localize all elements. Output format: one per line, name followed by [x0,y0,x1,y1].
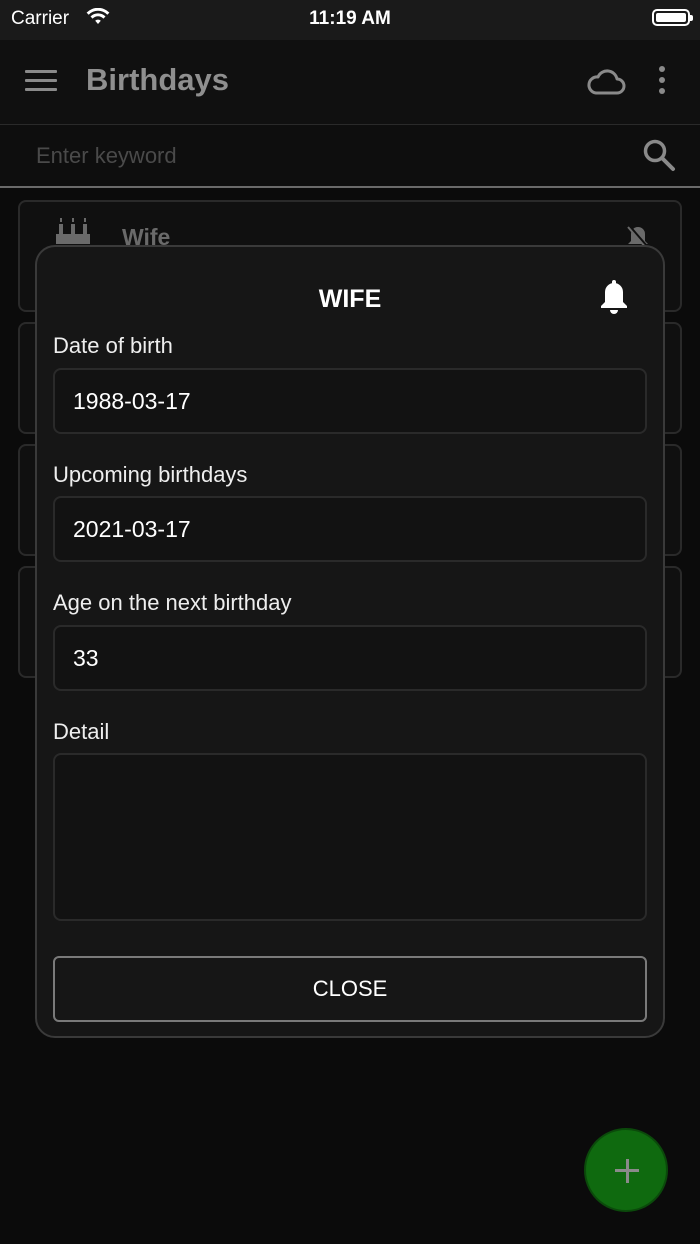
battery-icon [652,9,693,26]
cloud-icon[interactable] [585,66,627,103]
status-bar: Carrier 11:19 AM [0,0,700,40]
birthday-detail-dialog: WIFE Date of birth 1988-03-17 Upcoming b… [35,245,665,1038]
search-icon[interactable] [642,138,676,177]
next-age-label: Age on the next birthday [53,590,292,615]
search-input[interactable] [34,139,618,173]
upcoming-birthday-label: Upcoming birthdays [53,462,248,487]
add-birthday-button[interactable] [584,1128,668,1212]
dialog-title: WIFE [318,285,382,313]
upcoming-birthday-field: 2021-03-17 [53,496,647,562]
next-age-value: 33 [73,645,99,671]
next-age-field: 33 [53,625,647,691]
app-bar: Birthdays [0,40,700,125]
bell-icon[interactable] [599,280,629,319]
page-title: Birthdays [86,62,229,97]
clock: 11:19 AM [309,8,391,29]
more-vert-icon[interactable] [655,66,669,100]
detail-label: Detail [53,719,110,744]
search-bar [0,125,700,188]
upcoming-birthday-value: 2021-03-17 [73,516,191,542]
detail-field [53,753,647,921]
date-of-birth-field: 1988-03-17 [53,368,647,434]
menu-icon[interactable] [25,70,57,94]
date-of-birth-label: Date of birth [53,333,173,358]
date-of-birth-value: 1988-03-17 [73,388,191,414]
close-button[interactable]: CLOSE [53,956,647,1022]
